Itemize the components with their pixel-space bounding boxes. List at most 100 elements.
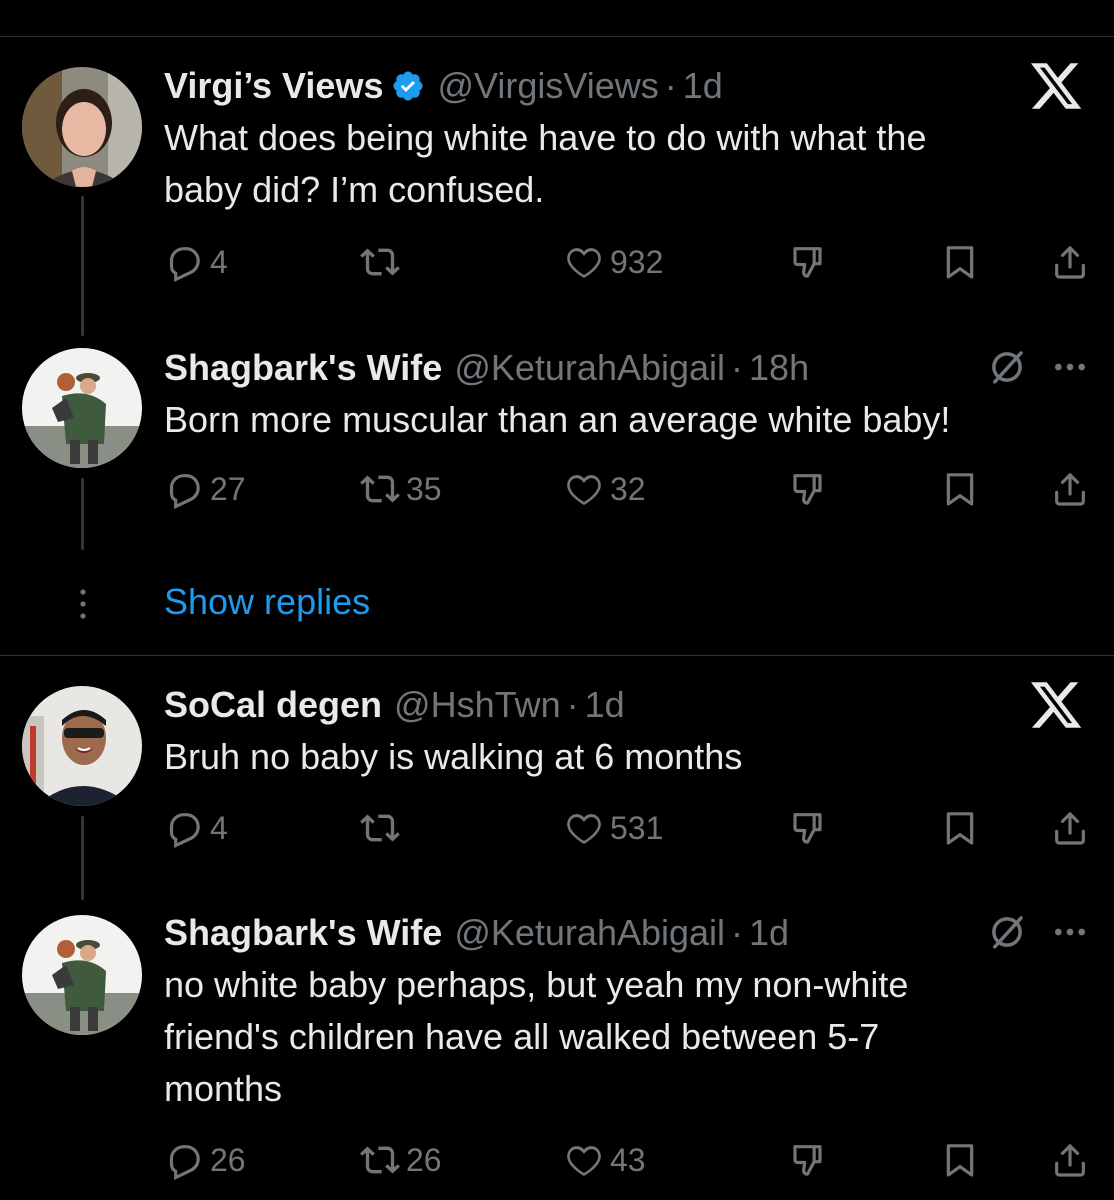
more-icon[interactable] (1050, 912, 1090, 952)
like-button[interactable]: 932 (564, 240, 663, 284)
reply-count: 26 (210, 1141, 246, 1178)
vertical-dots-icon (80, 589, 86, 619)
tweet-header: Shagbark's Wife @KeturahAbigail · 18h (164, 346, 1090, 390)
retweet-button[interactable]: 35 (360, 467, 442, 511)
bookmark-button[interactable] (940, 240, 980, 284)
show-replies-link[interactable]: Show replies (164, 580, 370, 624)
reply-icon (169, 813, 200, 848)
timestamp[interactable]: 1d (749, 911, 789, 955)
retweet-icon (360, 814, 400, 842)
avatar[interactable] (22, 348, 142, 468)
tweet[interactable]: Shagbark's Wife @KeturahAbigail · 1d no … (164, 911, 1090, 1115)
like-button[interactable]: 43 (564, 1138, 646, 1182)
handle[interactable]: @VirgisViews (437, 64, 658, 108)
bookmark-button[interactable] (940, 467, 980, 511)
tweet[interactable]: Shagbark's Wife @KeturahAbigail · 18h Bo… (164, 346, 1090, 446)
reply-button[interactable]: 26 (164, 1138, 246, 1182)
bookmark-icon (946, 1144, 974, 1177)
retweet-button[interactable] (360, 240, 406, 284)
share-icon (1055, 473, 1085, 506)
retweet-icon (360, 1146, 400, 1174)
like-button[interactable]: 32 (564, 467, 646, 511)
bookmark-icon (946, 473, 974, 506)
reply-button[interactable]: 27 (164, 467, 246, 511)
retweet-icon (360, 248, 400, 276)
separator: · (566, 684, 579, 725)
reply-button[interactable]: 4 (164, 806, 228, 850)
dislike-button[interactable] (790, 467, 830, 511)
tweet[interactable]: SoCal degen @HshTwn · 1d Bruh no baby is… (164, 682, 1090, 783)
tweet-text: Bruh no baby is walking at 6 months (164, 736, 743, 777)
like-count: 32 (610, 470, 646, 507)
tweet-text: Born more muscular than an average white… (164, 399, 951, 440)
dislike-button[interactable] (790, 806, 830, 850)
display-name[interactable]: Shagbark's Wife (164, 346, 442, 390)
share-icon (1055, 246, 1085, 279)
heart-icon (567, 814, 601, 844)
tweet-header: SoCal degen @HshTwn · 1d (164, 682, 1090, 728)
retweet-button[interactable]: 26 (360, 1138, 442, 1182)
thread-line (81, 196, 84, 336)
thread-line (81, 478, 84, 550)
action-bar: 26 26 43 (164, 1138, 1090, 1182)
avatar[interactable] (22, 686, 142, 806)
reply-button[interactable]: 4 (164, 240, 228, 284)
action-bar: 27 35 32 (164, 467, 1090, 511)
handle[interactable]: @KeturahAbigail (454, 346, 725, 390)
dislike-button[interactable] (790, 1138, 830, 1182)
bookmark-button[interactable] (940, 1138, 980, 1182)
bookmark-icon (946, 812, 974, 845)
like-button[interactable]: 531 (564, 806, 663, 850)
share-button[interactable] (1050, 1138, 1090, 1182)
more-icon[interactable] (1050, 347, 1090, 387)
reply-count: 4 (210, 809, 228, 846)
share-icon (1055, 1144, 1085, 1177)
thumbs-down-icon (793, 1145, 822, 1176)
avatar[interactable] (22, 915, 142, 1035)
like-count: 43 (610, 1141, 646, 1178)
x-close-icon[interactable] (1028, 677, 1084, 733)
share-button[interactable] (1050, 467, 1090, 511)
separator: · (664, 65, 677, 106)
like-count: 531 (610, 809, 664, 846)
bookmark-icon (946, 246, 974, 279)
tweet-header: Virgi’s Views @VirgisViews · 1d (164, 63, 1090, 109)
grok-icon[interactable] (986, 346, 1028, 388)
retweet-count: 35 (406, 470, 442, 507)
separator: · (731, 912, 744, 953)
share-icon (1055, 812, 1085, 845)
retweet-button[interactable] (360, 806, 406, 850)
reply-icon (169, 474, 200, 509)
action-bar: 4 531 (164, 806, 1090, 850)
display-name[interactable]: SoCal degen (164, 683, 382, 727)
tweet-header: Shagbark's Wife @KeturahAbigail · 1d (164, 911, 1090, 955)
action-bar: 4 932 (164, 240, 1090, 284)
timestamp[interactable]: 18h (749, 346, 809, 390)
timestamp[interactable]: 1d (585, 683, 625, 727)
heart-icon (567, 475, 601, 505)
tweet[interactable]: Virgi’s Views @VirgisViews · 1d What doe… (164, 63, 1090, 216)
x-close-icon[interactable] (1028, 58, 1084, 114)
like-count: 932 (610, 243, 664, 280)
heart-icon (567, 1146, 601, 1176)
tweet-text: no white baby perhaps, but yeah my non-w… (164, 964, 909, 1109)
share-button[interactable] (1050, 806, 1090, 850)
top-divider (0, 36, 1114, 37)
timestamp[interactable]: 1d (683, 64, 723, 108)
handle[interactable]: @KeturahAbigail (454, 911, 725, 955)
share-button[interactable] (1050, 240, 1090, 284)
display-name[interactable]: Virgi’s Views (164, 64, 383, 108)
separator: · (731, 347, 744, 388)
thread-line (81, 816, 84, 900)
grok-icon[interactable] (986, 911, 1028, 953)
thumbs-down-icon (793, 247, 822, 278)
dislike-button[interactable] (790, 240, 830, 284)
bookmark-button[interactable] (940, 806, 980, 850)
thumbs-down-icon (793, 474, 822, 505)
avatar[interactable] (22, 67, 142, 187)
reply-icon (169, 247, 200, 282)
display-name[interactable]: Shagbark's Wife (164, 911, 442, 955)
handle[interactable]: @HshTwn (394, 683, 561, 727)
retweet-count: 26 (406, 1141, 442, 1178)
verified-badge-icon (393, 71, 423, 101)
